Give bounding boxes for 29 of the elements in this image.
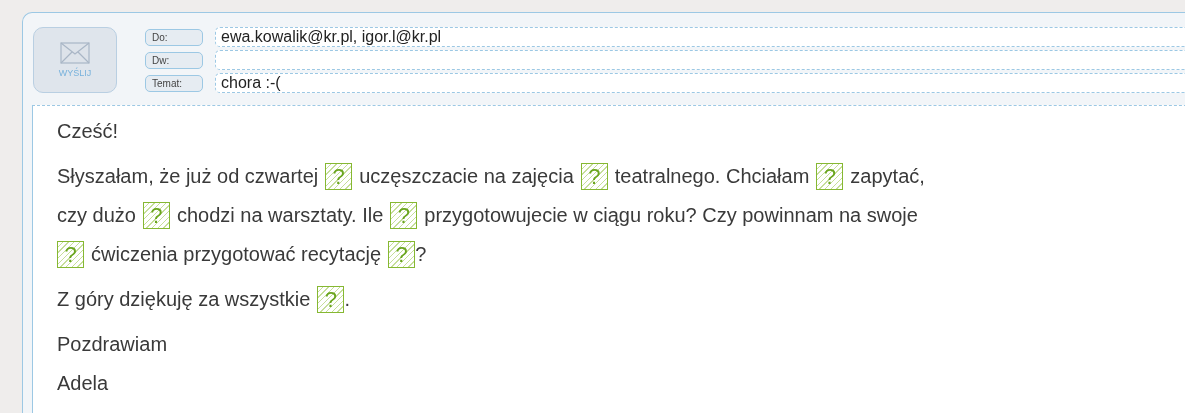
input-field[interactable]: chora :-(	[215, 73, 1185, 93]
message-text: Z góry dziękuję za wszystkie	[57, 288, 311, 311]
message-text: Pozdrawiam	[57, 333, 168, 356]
field-label: Dw:	[145, 51, 203, 69]
blank-box: ?	[142, 202, 170, 229]
blank-box: ?	[317, 286, 345, 313]
message-text: Adela	[57, 372, 109, 395]
field-label: Temat:	[145, 74, 203, 92]
blank-box: ?	[388, 241, 416, 268]
message-text: uczęszczacie na zajęcia	[359, 165, 574, 188]
message-text: przygotowujecie w ciągu roku? Czy powinnam na swoje	[424, 204, 918, 227]
input-field[interactable]: ewa.kowalik@kr.pl, igor.l@kr.pl	[215, 27, 1185, 47]
message-text: czy dużo	[57, 204, 136, 227]
envelope-icon	[60, 42, 90, 64]
blank-box: ?	[390, 202, 418, 229]
punctuation: .	[344, 288, 350, 311]
message-text: zapytać,	[850, 165, 925, 188]
message-text: Słyszałam, że już od czwartej	[57, 165, 319, 188]
input-field[interactable]	[215, 50, 1185, 70]
message-text: Cześć!	[57, 120, 119, 143]
blank-box: ?	[57, 241, 84, 268]
punctuation: ?	[415, 243, 427, 266]
blank-box: ?	[580, 163, 608, 190]
message-text: ćwiczenia przygotować recytację	[91, 243, 382, 266]
message-text: teatralnego. Chciałam	[614, 165, 810, 188]
field-label: Do:	[145, 28, 203, 46]
blank-box: ?	[816, 163, 844, 190]
blank-box: ?	[325, 163, 353, 190]
message-text: chodzi na warsztaty. Ile	[176, 204, 384, 227]
